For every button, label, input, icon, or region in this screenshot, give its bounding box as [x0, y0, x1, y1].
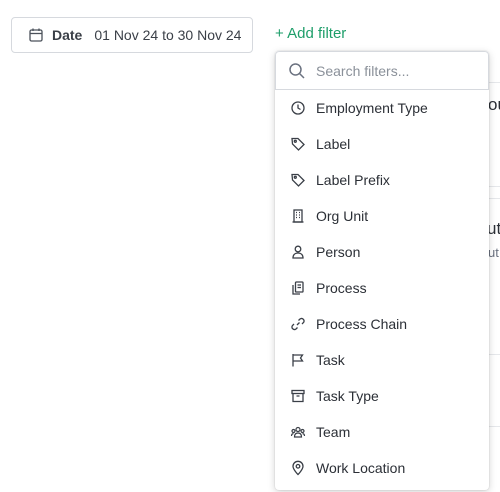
- building-icon: [292, 209, 304, 223]
- filter-option-label: Task: [316, 352, 345, 368]
- date-filter-range: 01 Nov 24 to 30 Nov 24: [94, 27, 242, 43]
- filter-option-process-chain[interactable]: Process Chain: [275, 306, 489, 342]
- filter-option-label: Work Location: [316, 460, 406, 476]
- archive-icon: [291, 389, 305, 403]
- link-icon: [291, 317, 305, 331]
- date-filter-chip[interactable]: Date 01 Nov 24 to 30 Nov 24: [11, 17, 253, 53]
- filter-option-task[interactable]: Task: [275, 342, 489, 378]
- add-filter-label: + Add filter: [275, 25, 347, 42]
- date-filter-label: Date: [52, 27, 83, 43]
- filter-options-list: Employment Type Label Label Prefix Org U…: [275, 90, 489, 486]
- flag-icon: [292, 354, 304, 367]
- filter-option-label: Employment Type: [316, 100, 428, 116]
- filter-option-label: Task Type: [316, 388, 379, 404]
- filter-option-team[interactable]: Team: [275, 414, 489, 450]
- filter-option-org-unit[interactable]: Org Unit: [275, 198, 489, 234]
- filter-option-label[interactable]: Label: [275, 126, 489, 162]
- filter-option-label: Label: [316, 136, 351, 152]
- tag-icon: [291, 137, 305, 151]
- filter-option-employment-type[interactable]: Employment Type: [275, 90, 489, 126]
- filter-option-label: Process Chain: [316, 316, 408, 332]
- filter-option-person[interactable]: Person: [275, 234, 489, 270]
- person-icon: [292, 245, 304, 259]
- filter-option-label: Process: [316, 280, 367, 296]
- filter-option-label: Org Unit: [316, 208, 369, 224]
- filter-option-work-location[interactable]: Work Location: [275, 450, 489, 486]
- tag-icon: [291, 173, 305, 187]
- filter-option-label-prefix[interactable]: Label Prefix: [275, 162, 489, 198]
- filter-search-box[interactable]: [275, 51, 489, 90]
- location-pin-icon: [292, 460, 304, 476]
- clock-icon: [291, 101, 305, 115]
- filter-option-label: Team: [316, 424, 351, 440]
- background-subtext-fragment: ut: [488, 245, 499, 260]
- filter-option-task-type[interactable]: Task Type: [275, 378, 489, 414]
- background-heading-fragment: ou: [488, 95, 500, 114]
- filter-search-input[interactable]: [314, 61, 478, 80]
- filter-option-label: Person: [316, 244, 361, 260]
- search-icon: [289, 62, 305, 79]
- calendar-icon: [29, 28, 43, 42]
- team-icon: [290, 426, 306, 438]
- filter-option-process[interactable]: Process: [275, 270, 489, 306]
- add-filter-button[interactable]: + Add filter: [275, 25, 346, 42]
- filter-dropdown: Employment Type Label Label Prefix Org U…: [275, 51, 489, 490]
- process-icon: [292, 281, 304, 295]
- filter-option-label: Label Prefix: [316, 172, 390, 188]
